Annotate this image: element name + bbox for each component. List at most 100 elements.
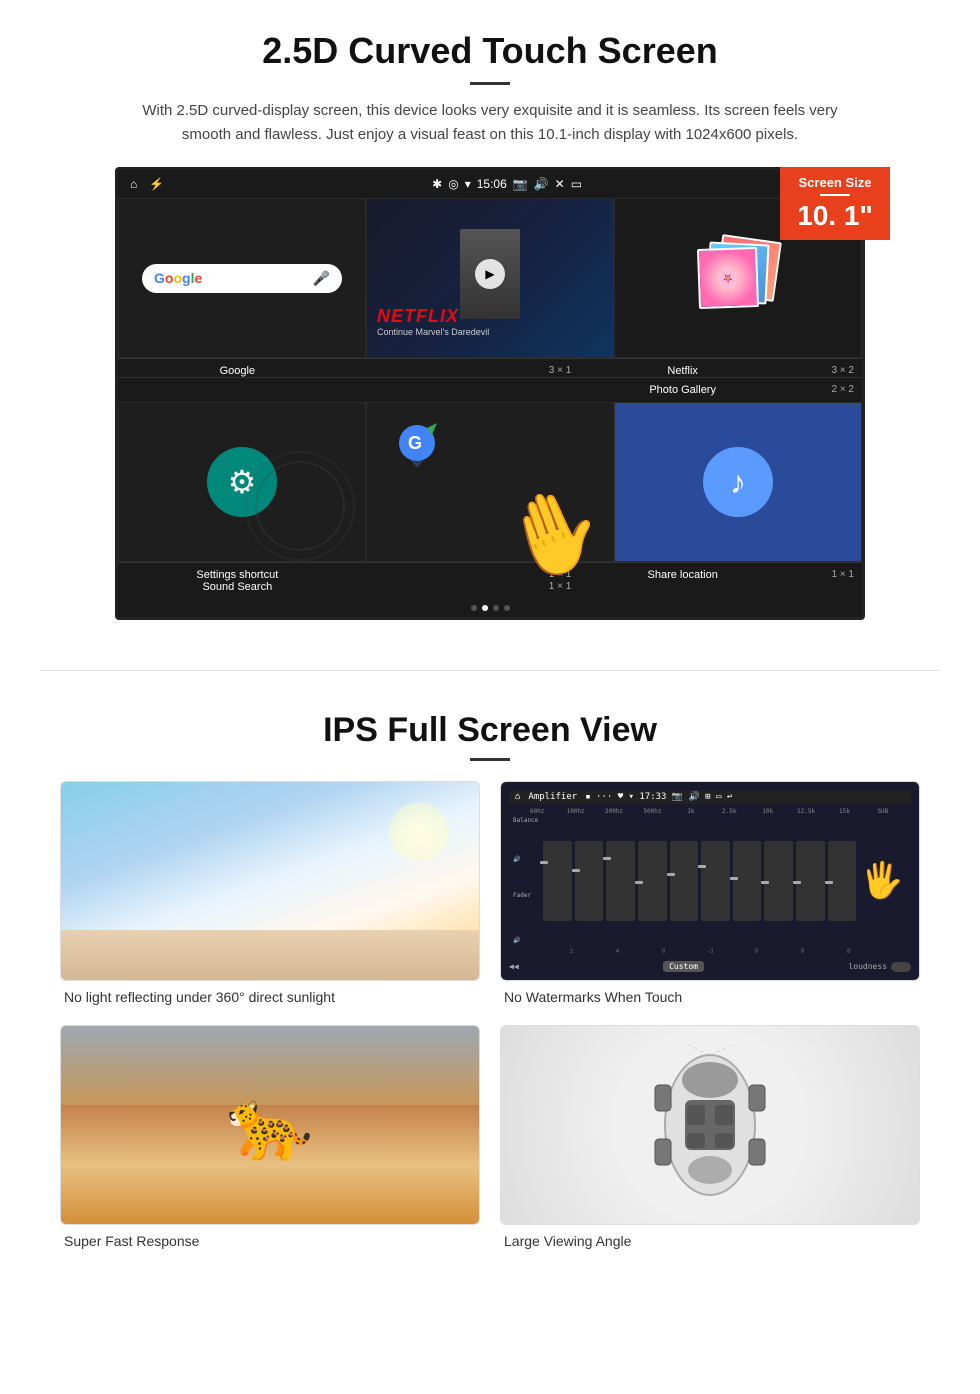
eq-bars-group: [543, 817, 856, 944]
ghost-circle2: [245, 451, 355, 561]
google-label: Google: [126, 365, 349, 377]
hand-touch-icon: 🖐: [860, 860, 904, 901]
cheetah-image-container: 🐆: [60, 1025, 480, 1225]
hand-touch-area: 🖐: [857, 817, 907, 944]
eq-bar-5: [670, 841, 699, 921]
dot4: [504, 605, 510, 611]
eq-thumb-10: [825, 881, 833, 884]
app-labels-row1b: Photo Gallery 2 × 2: [118, 377, 862, 402]
dot1: [471, 605, 477, 611]
custom-button[interactable]: Custom: [663, 961, 704, 972]
viewing-label: Large Viewing Angle: [500, 1233, 920, 1249]
sound-size: 1 × 1: [349, 581, 572, 593]
window-icon[interactable]: ▭: [571, 177, 582, 191]
section1-title: 2.5D Curved Touch Screen: [60, 30, 920, 72]
eq-thumb-7: [730, 877, 738, 880]
settings-app-cell[interactable]: ⚙: [118, 402, 366, 562]
section1-description: With 2.5D curved-display screen, this de…: [140, 99, 840, 147]
sunlight-label: No light reflecting under 360° direct su…: [60, 989, 480, 1005]
indicator-dots: [118, 599, 862, 617]
eq-bar-10: [828, 841, 857, 921]
title-divider: [470, 82, 510, 85]
eq-freq-labels: 60hz 100hz 200hz 500hz 1k 2.5k 10k 12.5k…: [509, 808, 911, 815]
location-icon: ◎: [448, 177, 458, 191]
status-bar-left: ⌂ ⚡: [130, 177, 164, 191]
car-top-view-svg: [635, 1045, 785, 1205]
google-logo: Google: [154, 270, 202, 286]
amplifier-screen: ⌂ Amplifier ▪ ··· ♥ ▾ 17:33 📷 🔊 ⊞ ▭ ↩ 60…: [501, 782, 919, 980]
section-ips: IPS Full Screen View No light reflecting…: [0, 701, 980, 1279]
app-grid-row1: Google 🎤 ▶ NETFLIX Continue Marvel's Dar…: [118, 198, 862, 358]
eq-thumb-5: [667, 873, 675, 876]
section-divider-line: [40, 670, 940, 671]
eq-thumb-8: [761, 881, 769, 884]
sky-visual: [61, 782, 479, 980]
badge-divider: [820, 194, 850, 196]
netflix-logo: NETFLIX: [377, 306, 459, 327]
share-label: Share location: [571, 569, 794, 581]
wifi-icon: ▾: [465, 177, 471, 191]
toggle-switch-icon[interactable]: [891, 962, 911, 972]
amp-nav-left[interactable]: ◀◀: [509, 962, 519, 971]
eq-number-scale: 3 4 0 -3 0 0 0: [509, 948, 911, 957]
camera-icon: 📷: [513, 177, 528, 191]
eq-value-labels: Balance 🔊 Fader 🔊: [513, 817, 542, 944]
eq-bar-1: [543, 841, 572, 921]
play-button[interactable]: ▶: [475, 259, 505, 289]
eq-sliders-area: Balance 🔊 Fader 🔊: [509, 817, 911, 944]
google-search-bar[interactable]: Google 🎤: [142, 264, 342, 293]
eq-bar-6: [701, 841, 730, 921]
section2-title: IPS Full Screen View: [60, 711, 920, 750]
svg-text:G: G: [408, 433, 422, 453]
car-image-container: [500, 1025, 920, 1225]
amp-icons: ▪ ··· ♥ ▾ 17:33 📷 🔊 ⊞ ▭ ↩: [585, 792, 732, 802]
amplifier-image-container: ⌂ Amplifier ▪ ··· ♥ ▾ 17:33 📷 🔊 ⊞ ▭ ↩ 60…: [500, 781, 920, 981]
share-location-cell[interactable]: G 🤚: [366, 402, 614, 562]
photo-card-front: 🌸: [697, 247, 759, 309]
netflix-background: ▶ NETFLIX Continue Marvel's Daredevil: [367, 199, 613, 357]
eq-thumb-3: [603, 857, 611, 860]
photogallery-size: 2 × 2: [794, 384, 854, 396]
sound-search-cell[interactable]: ♪: [614, 402, 862, 562]
app-grid-row2: ⚙ G: [118, 402, 862, 562]
time-display: 15:06: [477, 177, 507, 191]
close-icon[interactable]: ✕: [555, 177, 565, 191]
amp-title: Amplifier: [528, 792, 577, 802]
device-wrapper: Screen Size 10. 1" ⌂ ⚡ ✱ ◎ ▾ 15:06 📷 🔊: [100, 167, 880, 620]
share-size: 1 × 1: [794, 569, 854, 581]
amp-header: ⌂ Amplifier ▪ ··· ♥ ▾ 17:33 📷 🔊 ⊞ ▭ ↩: [509, 790, 911, 804]
amp-bottom-controls: ◀◀ Custom loudness: [509, 961, 911, 972]
settings-label: Settings shortcut: [126, 569, 349, 581]
music-note-icon: ♪: [730, 464, 746, 501]
sunlight-image: [60, 781, 480, 981]
section-curved-touch: 2.5D Curved Touch Screen With 2.5D curve…: [0, 0, 980, 640]
sound-label: Sound Search: [126, 581, 349, 593]
google-app-cell[interactable]: Google 🎤: [118, 198, 366, 358]
badge-title: Screen Size: [792, 175, 878, 190]
response-label: Super Fast Response: [60, 1233, 480, 1249]
dot3: [493, 605, 499, 611]
ips-title-divider: [470, 758, 510, 761]
screen-size-badge: Screen Size 10. 1": [780, 167, 890, 240]
mic-icon[interactable]: 🎤: [313, 270, 330, 287]
google-size: 3 × 1: [349, 365, 572, 377]
photo-stack: 🌸: [698, 238, 778, 318]
eq-thumb-1: [540, 861, 548, 864]
amp-home-icon: ⌂: [515, 792, 520, 802]
netflix-size: 3 × 2: [794, 365, 854, 377]
cheetah-sky: [61, 1026, 479, 1105]
home-icon[interactable]: ⌂: [130, 177, 137, 191]
watermarks-label: No Watermarks When Touch: [500, 989, 920, 1005]
bluetooth-icon: ✱: [432, 177, 442, 191]
netflix-subtitle: Continue Marvel's Daredevil: [377, 327, 489, 337]
car-visual: [501, 1026, 919, 1224]
netflix-label: Netflix: [571, 365, 794, 377]
volume-icon: 🔊: [534, 177, 549, 191]
photogallery-label: Photo Gallery: [571, 384, 794, 396]
eq-bar-3: [606, 841, 635, 921]
eq-bar-4: [638, 841, 667, 921]
eq-thumb-6: [698, 865, 706, 868]
feature-response: 🐆 Super Fast Response: [60, 1025, 480, 1249]
netflix-app-cell[interactable]: ▶ NETFLIX Continue Marvel's Daredevil: [366, 198, 614, 358]
badge-size: 10. 1": [792, 200, 878, 232]
